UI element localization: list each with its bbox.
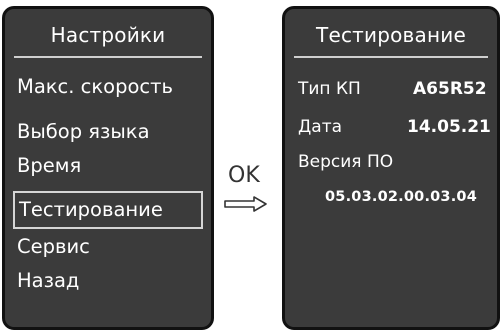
- gearbox-type-label: Тип КП: [298, 79, 361, 99]
- menu-item-testing[interactable]: Тестирование: [13, 191, 203, 229]
- screen-title: Тестирование: [316, 23, 466, 47]
- menu-item-time[interactable]: Время: [17, 154, 81, 177]
- gearbox-type-value: A65R52: [413, 79, 487, 99]
- software-version-value: 05.03.02.00.03.04: [325, 189, 478, 205]
- menu-item-max-speed[interactable]: Макс. скорость: [17, 75, 173, 98]
- ok-label: OK: [228, 163, 260, 188]
- title-divider: [14, 56, 202, 58]
- date-label: Дата: [298, 117, 343, 137]
- settings-screen: Настройки Макс. скорость Выбор языка Вре…: [2, 6, 214, 330]
- right-arrow-icon: [224, 196, 267, 212]
- menu-item-language[interactable]: Выбор языка: [17, 120, 150, 143]
- title-divider: [294, 56, 488, 58]
- menu-item-service[interactable]: Сервис: [17, 235, 90, 258]
- testing-screen: Тестирование Тип КП A65R52 Дата 14.05.21…: [282, 6, 500, 330]
- menu-item-back[interactable]: Назад: [17, 269, 79, 292]
- screen-title: Настройки: [50, 23, 166, 47]
- date-value: 14.05.21: [407, 117, 491, 137]
- software-version-label: Версия ПО: [298, 152, 394, 172]
